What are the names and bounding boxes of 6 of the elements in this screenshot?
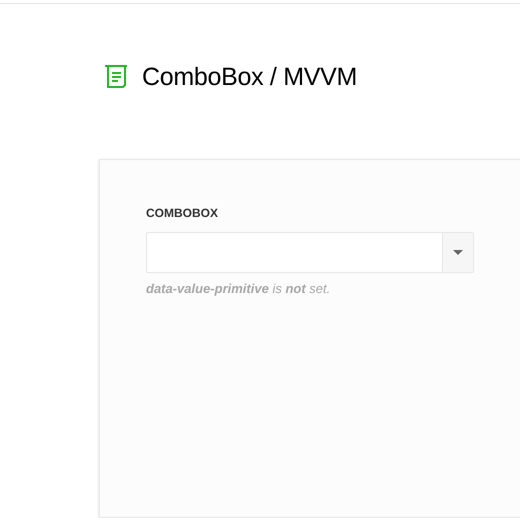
document-icon (103, 64, 129, 90)
page-title: ComboBox / MVVM (142, 64, 358, 90)
field-label: COMBOBOX (146, 207, 219, 219)
caret-icon (453, 250, 463, 255)
combobox[interactable] (146, 232, 474, 273)
hint-text: data-value-primitive is not set. (146, 280, 332, 298)
